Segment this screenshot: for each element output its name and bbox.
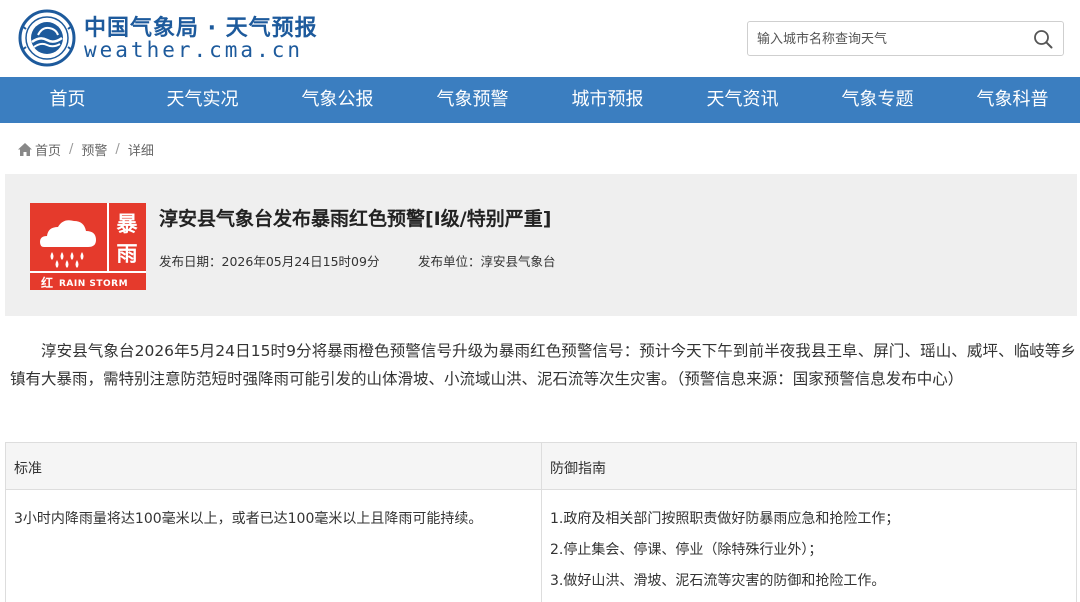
breadcrumb: 首页 / 预警 / 详细 [18,140,154,159]
guide-item: 3.做好山洪、滑坡、泥石流等灾害的防御和抢险工作。 [550,573,886,589]
alert-panel: 暴 雨 红 RAIN STORM 淳安县气象台发布暴雨红色预警[Ⅰ级/特别严重]… [5,174,1077,316]
nav-item-news[interactable]: 天气资讯 [675,77,810,123]
home-icon [18,142,32,156]
main-nav: 首页 天气实况 气象公报 气象预警 城市预报 天气资讯 气象专题 气象科普 [0,77,1080,123]
search-icon[interactable] [1033,29,1053,49]
nav-item-weather-live[interactable]: 天气实况 [135,77,270,123]
nav-item-science[interactable]: 气象科普 [945,77,1080,123]
city-search-input[interactable] [757,28,1025,50]
cma-emblem-icon[interactable] [18,9,76,67]
alert-icon-level: 红 [41,275,53,290]
alert-icon-text-bottom: 雨 [117,242,138,266]
guide-item: 2.停止集会、停课、停业（除特殊行业外）； [550,542,823,558]
alert-title: 淳安县气象台发布暴雨红色预警[Ⅰ级/特别严重] [159,208,552,230]
breadcrumb-separator: / [69,141,74,157]
breadcrumb-detail: 详细 [127,143,154,159]
nav-item-topics[interactable]: 气象专题 [810,77,945,123]
rainstorm-red-warning-icon: 暴 雨 红 RAIN STORM [30,203,146,290]
issued-time-value: 2026年05月24日15时09分 [221,254,380,269]
table-header-row: 标准 防御指南 [5,442,1077,490]
breadcrumb-separator: / [115,141,120,157]
nav-item-home[interactable]: 首页 [0,77,135,123]
site-name-en[interactable]: weather.cma.cn [84,38,303,62]
search-box [747,21,1064,56]
issued-time: 发布日期：2026年05月24日15时09分 [159,251,379,270]
issuer: 发布单位：淳安县气象台 [418,251,556,270]
issuer-value: 淳安县气象台 [480,254,556,269]
alert-description: 淳安县气象台2026年5月24日15时9分将暴雨橙色预警信号升级为暴雨红色预警信… [10,342,1076,388]
nav-item-city-forecast[interactable]: 城市预报 [540,77,675,123]
defense-guide-table: 标准 防御指南 3小时内降雨量将达100毫米以上，或者已达100毫米以上且降雨可… [5,442,1077,602]
nav-item-bulletin[interactable]: 气象公报 [270,77,405,123]
guide-item: 1.政府及相关部门按照职责做好防暴雨应急和抢险工作； [550,511,900,527]
table-row: 3小时内降雨量将达100毫米以上，或者已达100毫米以上且降雨可能持续。 1.政… [5,489,1077,602]
header-standard: 标准 [5,442,542,490]
alert-icon-text-top: 暴 [117,212,139,236]
breadcrumb-home[interactable]: 首页 [35,140,61,159]
issuer-label: 发布单位： [418,254,481,269]
nav-item-warnings[interactable]: 气象预警 [405,77,540,123]
alert-icon-text-en: RAIN STORM [59,279,128,289]
guide-cell: 1.政府及相关部门按照职责做好防暴雨应急和抢险工作； 2.停止集会、停课、停业（… [541,489,1077,602]
breadcrumb-warnings[interactable]: 预警 [81,140,107,159]
issued-time-label: 发布日期： [159,254,222,269]
standard-cell: 3小时内降雨量将达100毫米以上，或者已达100毫米以上且降雨可能持续。 [5,489,542,602]
site-header: 中国气象局 · 天气预报 weather.cma.cn [0,0,1080,77]
header-guide: 防御指南 [541,442,1077,490]
